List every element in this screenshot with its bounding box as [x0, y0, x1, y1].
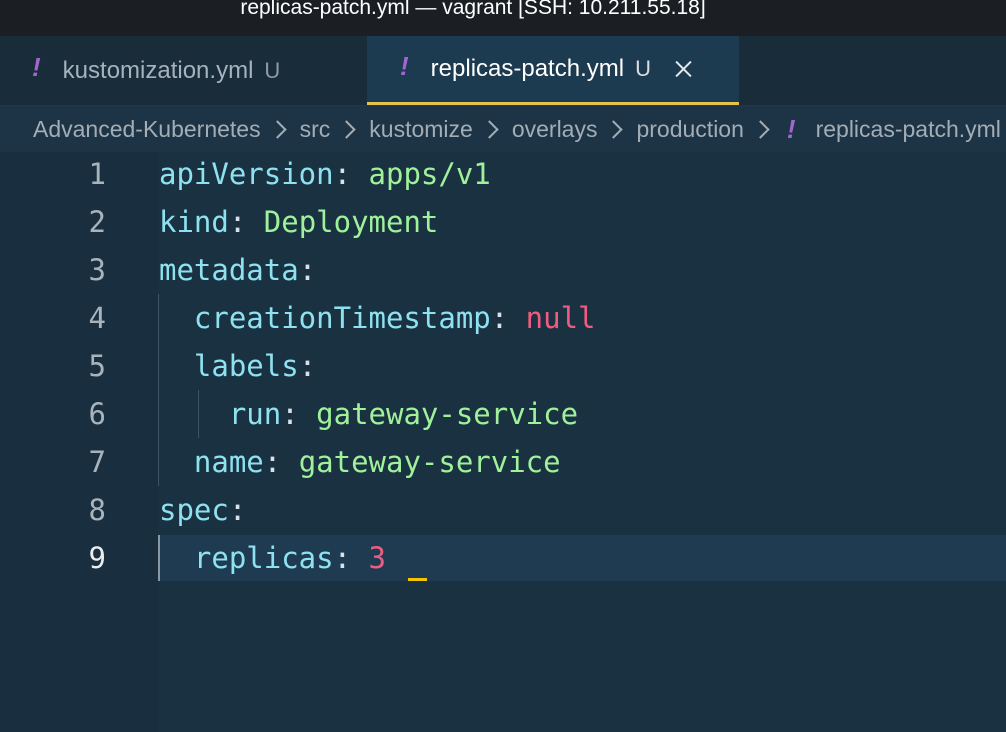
code-line[interactable]: 6 run: gateway-service: [0, 390, 1006, 438]
chevron-right-icon: [337, 119, 356, 139]
untracked-badge: U: [635, 56, 651, 81]
untracked-badge: U: [264, 57, 281, 83]
breadcrumb-item[interactable]: src: [300, 116, 331, 143]
yaml-value: gateway-service: [281, 445, 561, 479]
yaml-value: apps/v1: [351, 157, 491, 191]
code-line[interactable]: 7 name: gateway-service: [0, 438, 1006, 486]
tab-label: kustomization.yml: [62, 56, 254, 84]
window-titlebar: replicas-patch.yml — vagrant [SSH: 10.21…: [0, 0, 1006, 36]
code-line[interactable]: 9 replicas: 3: [0, 534, 1006, 582]
yaml-colon: :: [490, 301, 509, 335]
breadcrumb-item[interactable]: production: [636, 116, 743, 143]
yaml-key: replicas: [193, 541, 334, 575]
yaml-key: spec: [159, 493, 229, 527]
code-line[interactable]: 3 metadata:: [0, 246, 1006, 294]
yaml-colon: :: [281, 397, 299, 431]
chevron-right-icon: [267, 119, 287, 139]
line-number: 1: [88, 157, 106, 191]
yaml-file-icon: !: [786, 113, 796, 144]
code-line[interactable]: 5 labels:: [0, 342, 1006, 390]
breadcrumb-item[interactable]: Advanced-Kubernetes: [33, 116, 261, 143]
yaml-colon: :: [298, 349, 317, 383]
line-number: 4: [88, 301, 106, 335]
tab-kustomization[interactable]: ! kustomization.yml U: [0, 36, 367, 105]
line-number: 7: [88, 445, 106, 479]
line-number: 6: [88, 397, 106, 431]
yaml-colon: :: [228, 493, 247, 527]
yaml-colon: :: [263, 445, 282, 479]
line-number: 9: [88, 541, 106, 575]
code-line[interactable]: 8 spec:: [0, 486, 1006, 534]
tab-bar: ! kustomization.yml U ! replicas-patch.y…: [0, 36, 1006, 106]
yaml-file-icon: !: [32, 52, 41, 82]
breadcrumb-file[interactable]: replicas-patch.yml: [816, 116, 1001, 143]
line-number: 5: [88, 349, 106, 383]
code-line[interactable]: 4 creationTimestamp: null: [0, 294, 1006, 342]
chevron-right-icon: [480, 119, 499, 139]
breadcrumb: Advanced-Kubernetes src kustomize overla…: [0, 106, 1006, 152]
yaml-value: gateway-service: [298, 397, 579, 431]
code-line[interactable]: 1 apiVersion: apps/v1: [0, 150, 1006, 198]
line-number: 8: [88, 493, 106, 527]
tab-replicas-patch[interactable]: ! replicas-patch.yml U: [367, 36, 739, 105]
breadcrumb-item[interactable]: kustomize: [369, 116, 473, 143]
yaml-number-value: 3: [351, 541, 386, 575]
text-cursor: [408, 578, 427, 581]
yaml-key: creationTimestamp: [193, 301, 491, 335]
tab-label: replicas-patch.yml: [430, 55, 625, 82]
yaml-key: name: [193, 445, 264, 479]
line-number: 3: [88, 253, 106, 287]
chevron-right-icon: [604, 119, 624, 139]
yaml-colon: :: [333, 541, 352, 575]
close-icon[interactable]: [669, 55, 697, 83]
yaml-colon: :: [298, 253, 317, 287]
yaml-colon: :: [228, 205, 247, 239]
line-number: 2: [88, 205, 106, 239]
breadcrumb-item[interactable]: overlays: [512, 116, 598, 143]
yaml-null-value: null: [508, 301, 596, 335]
yaml-key: labels: [193, 349, 299, 383]
yaml-file-icon: !: [400, 50, 409, 81]
yaml-key: run: [228, 397, 282, 431]
yaml-key: apiVersion: [159, 157, 334, 191]
yaml-value: Deployment: [246, 205, 439, 239]
window-title: replicas-patch.yml — vagrant [SSH: 10.21…: [240, 0, 706, 19]
yaml-key: metadata: [159, 253, 299, 287]
yaml-colon: :: [333, 157, 352, 191]
chevron-right-icon: [751, 119, 770, 139]
yaml-key: kind: [159, 205, 229, 239]
code-line[interactable]: 2 kind: Deployment: [0, 198, 1006, 246]
